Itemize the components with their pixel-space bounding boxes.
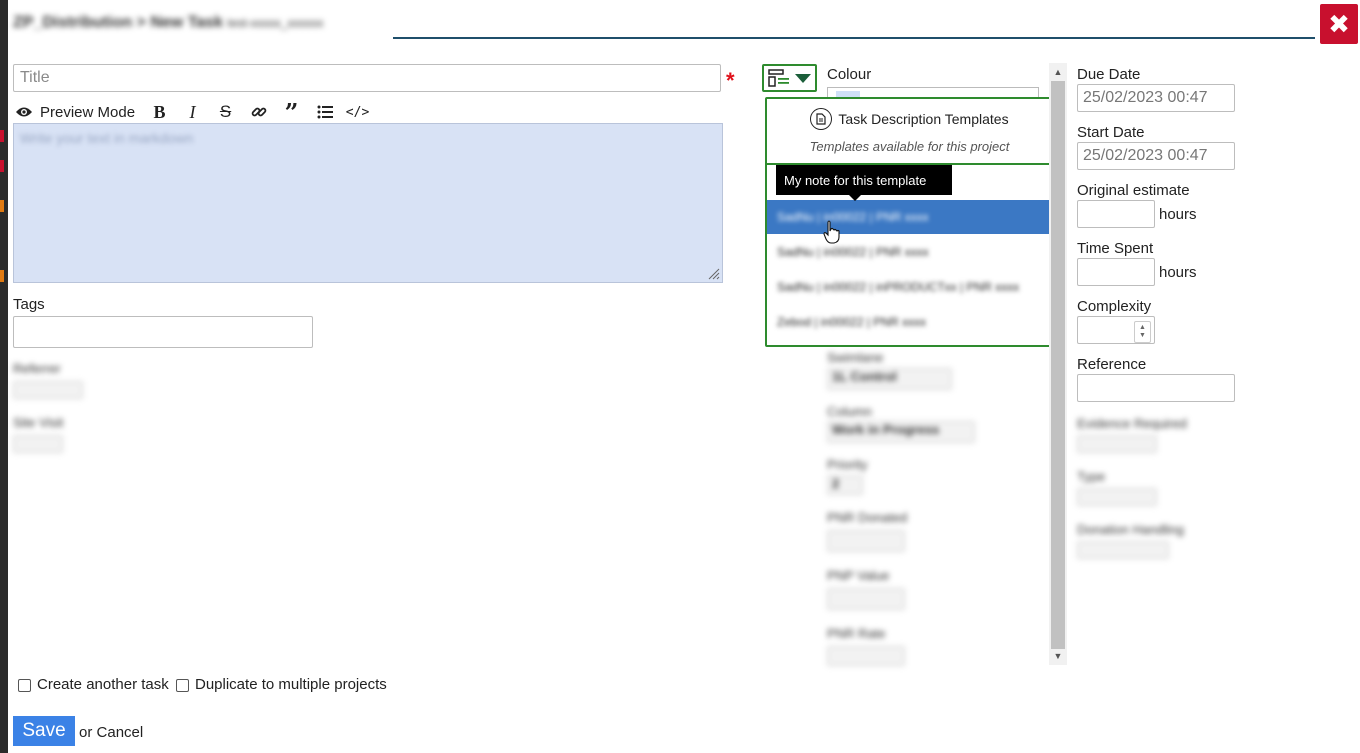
duplicate-label[interactable]: Duplicate to multiple projects [195, 676, 387, 693]
description-editor[interactable]: Write your text in markdown [13, 123, 723, 283]
pnr-value-input[interactable] [827, 588, 905, 610]
complexity-label: Complexity [1077, 298, 1152, 315]
create-another-checkbox[interactable] [18, 679, 31, 692]
pnr-value-label: PNP Value [827, 568, 890, 583]
pnr-donated-label: PNR Donated [827, 510, 908, 525]
original-estimate-label: Original estimate [1077, 182, 1190, 199]
eye-icon[interactable] [13, 102, 35, 122]
due-date-label: Due Date [1077, 66, 1141, 83]
type-label: Type [1077, 469, 1106, 484]
complexity-stepper[interactable]: ▲ ▼ [1134, 321, 1151, 343]
template-item[interactable]: SadNu | in00022 | PNR xxxx [767, 235, 1052, 269]
colour-label: Colour [827, 66, 872, 83]
template-dropdown-title: Task Description Templates [767, 108, 1052, 130]
priority-select[interactable]: 2 [827, 475, 863, 495]
quote-icon[interactable]: ” [275, 98, 308, 127]
duplicate-checkbox[interactable] [176, 679, 189, 692]
required-indicator: * [726, 68, 735, 93]
strikethrough-icon[interactable]: S [209, 100, 242, 124]
pnr-rate-input[interactable] [827, 646, 905, 666]
template-dropdown-subtitle: Templates available for this project [809, 139, 1010, 154]
column-label: Column [827, 404, 872, 419]
close-icon: ✖ [1328, 8, 1350, 39]
template-item[interactable]: SadNu | in00022 | inPRODUCTxx | PNR xxxx [767, 270, 1052, 304]
template-item[interactable]: Zebod | in00022 | PNR xxxx [767, 305, 1052, 339]
list-icon[interactable] [308, 100, 341, 124]
header-underline [393, 37, 1315, 39]
background-edge [0, 0, 8, 753]
save-button[interactable]: Save [13, 716, 75, 746]
hours-unit-label: hours [1159, 206, 1197, 223]
resize-handle-icon[interactable] [708, 268, 720, 280]
site-visit-label: Site Visit [13, 415, 64, 430]
swimlane-label: Swimlane [827, 350, 884, 365]
referrer-select[interactable] [13, 381, 83, 399]
type-select[interactable] [1077, 488, 1157, 506]
chevron-down-icon [795, 73, 811, 83]
or-text: or [79, 724, 93, 741]
donation-handling-label: Donation Handling [1077, 522, 1184, 537]
referrer-label: Referrer [13, 361, 61, 376]
time-spent-input[interactable] [1077, 258, 1155, 286]
site-visit-select[interactable] [13, 435, 63, 453]
scroll-up-icon[interactable]: ▲ [1053, 67, 1063, 77]
modal-title: ZP_Distribution > New Task test-xxxxx_xx… [13, 14, 324, 31]
editor-toolbar: Preview Mode B I S ” </> [13, 98, 374, 127]
donation-handling-select[interactable] [1077, 541, 1169, 559]
cancel-link[interactable]: Cancel [97, 724, 144, 741]
bold-icon[interactable]: B [143, 100, 176, 124]
scrollbar-thumb[interactable] [1051, 81, 1065, 649]
tags-label: Tags [13, 296, 45, 313]
close-button[interactable]: ✖ [1320, 4, 1358, 44]
create-another-label[interactable]: Create another task [37, 676, 169, 693]
reference-label: Reference [1077, 356, 1147, 373]
time-spent-label: Time Spent [1077, 240, 1154, 257]
template-icon [768, 69, 789, 87]
cancel-text: or Cancel [79, 724, 143, 741]
document-icon [810, 108, 833, 130]
scroll-down-icon[interactable]: ▼ [1053, 651, 1063, 661]
pnr-rate-label: PNR Rate [827, 626, 886, 641]
italic-icon[interactable]: I [176, 100, 209, 124]
template-item[interactable]: SadNu | in00022 | PNR xxxx [767, 200, 1052, 234]
reference-input[interactable] [1077, 374, 1235, 402]
due-date-input[interactable]: 25/02/2023 00:47 [1077, 84, 1235, 112]
template-picker-button[interactable] [762, 64, 817, 92]
evidence-required-select[interactable] [1077, 435, 1157, 453]
tooltip-arrow [849, 195, 861, 201]
hand-cursor-icon [823, 220, 840, 244]
template-dropdown-header: Task Description Templates Templates ava… [767, 99, 1052, 165]
evidence-required-label: Evidence Required [1077, 416, 1187, 431]
priority-label: Priority [827, 457, 868, 472]
hours-unit-label: hours [1159, 264, 1197, 281]
tags-input[interactable] [13, 316, 313, 348]
column-select[interactable]: Work in Progress [827, 421, 975, 443]
start-date-input[interactable]: 25/02/2023 00:47 [1077, 142, 1235, 170]
link-icon[interactable] [242, 100, 275, 124]
template-dropdown: Task Description Templates Templates ava… [765, 97, 1054, 347]
start-date-label: Start Date [1077, 124, 1145, 141]
template-note-tooltip: My note for this template [776, 165, 952, 195]
swimlane-select[interactable]: 1L Control [827, 368, 952, 390]
original-estimate-input[interactable] [1077, 200, 1155, 228]
form-scrollbar[interactable]: ▲ ▼ [1049, 63, 1067, 665]
title-input[interactable] [13, 64, 721, 92]
preview-mode-toggle[interactable]: Preview Mode [40, 104, 135, 121]
description-placeholder: Write your text in markdown [20, 130, 194, 146]
code-icon[interactable]: </> [341, 100, 374, 124]
pnr-donated-input[interactable] [827, 530, 905, 552]
